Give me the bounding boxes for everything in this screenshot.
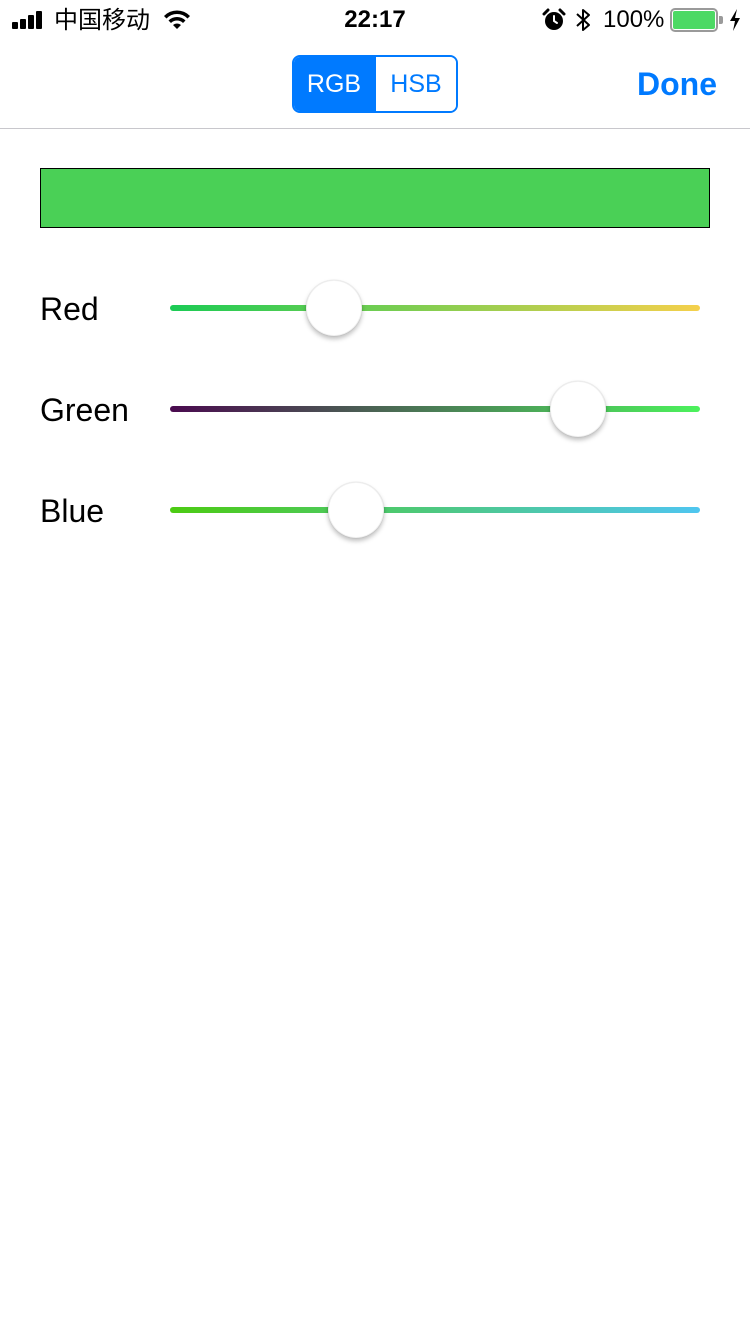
- done-button[interactable]: Done: [637, 62, 717, 106]
- status-bar: 中国移动 22:17 100%: [0, 0, 750, 40]
- green-slider-track[interactable]: [170, 406, 700, 412]
- battery-percent: 100%: [603, 6, 665, 33]
- red-slider-thumb[interactable]: [306, 280, 363, 336]
- bluetooth-icon: [576, 9, 590, 31]
- red-slider-track[interactable]: [170, 305, 700, 311]
- red-label: Red: [40, 291, 99, 327]
- green-label: Green: [40, 392, 129, 428]
- color-mode-segmented-control: RGB HSB: [292, 55, 458, 113]
- slider-row-green: Green: [0, 380, 750, 440]
- alarm-icon: [542, 8, 566, 30]
- navigation-bar: RGB HSB Done: [0, 40, 750, 129]
- segment-hsb[interactable]: HSB: [374, 57, 456, 111]
- green-slider-thumb[interactable]: [550, 381, 607, 437]
- color-preview-swatch: [40, 168, 710, 228]
- blue-label: Blue: [40, 493, 105, 529]
- charging-icon: [730, 9, 740, 31]
- blue-slider-thumb[interactable]: [327, 482, 384, 538]
- segment-rgb[interactable]: RGB: [294, 57, 374, 111]
- battery-icon: [670, 8, 724, 32]
- blue-slider-track[interactable]: [170, 507, 700, 513]
- slider-row-blue: Blue: [0, 481, 750, 541]
- slider-row-red: Red: [0, 279, 750, 339]
